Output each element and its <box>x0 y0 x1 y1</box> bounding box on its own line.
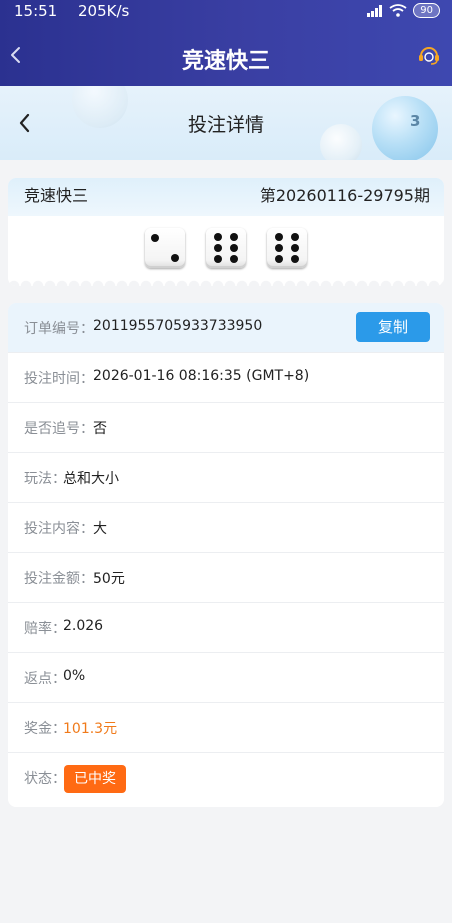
status-time: 15:51 <box>14 2 58 20</box>
detail-row-bet-time: 投注时间： 2026-01-16 08:16:35 (GMT+8) <box>8 353 444 403</box>
app-header: 竞速快三 <box>0 30 452 84</box>
die-pip <box>291 255 299 263</box>
detail-header: 3 投注详情 <box>0 86 452 160</box>
status-bar: 15:51 205K/s 90 <box>0 0 452 24</box>
die-pip <box>291 233 299 241</box>
detail-label: 玩法： <box>24 471 66 487</box>
order-detail-card: 订单编号： 2011955705933733950 复制 投注时间： 2026-… <box>8 303 444 807</box>
order-number-label: 订单编号： <box>24 321 94 337</box>
detail-value: 否 <box>93 421 107 437</box>
detail-label: 返点： <box>24 671 66 687</box>
detail-value: 0% <box>63 668 86 684</box>
detail-row-play-type: 玩法： 总和大小 <box>8 453 444 503</box>
die-pip <box>214 244 222 252</box>
draw-result-card: 竞速快三 第20260116-29795期 <box>8 178 444 286</box>
detail-row-odds: 赔率： 2.026 <box>8 603 444 653</box>
detail-value: 总和大小 <box>63 471 119 487</box>
detail-label: 是否追号： <box>24 421 94 437</box>
detail-label: 赔率： <box>24 621 66 637</box>
dice-result <box>8 228 444 272</box>
detail-label: 状态： <box>24 771 66 787</box>
game-name: 竞速快三 <box>24 186 89 205</box>
status-net-speed: 205K/s <box>78 2 130 20</box>
draw-result-header: 竞速快三 第20260116-29795期 <box>8 178 444 216</box>
detail-label: 投注时间： <box>24 371 94 387</box>
detail-value: 2.026 <box>63 618 104 634</box>
app-title: 竞速快三 <box>181 49 270 74</box>
detail-label: 奖金： <box>24 721 66 737</box>
die-face <box>267 228 307 268</box>
battery-indicator: 90 <box>413 3 440 18</box>
signal-icon <box>367 4 383 17</box>
detail-value: 50元 <box>93 571 125 587</box>
status-badge: 已中奖 <box>64 765 126 793</box>
detail-value: 2026-01-16 08:16:35 (GMT+8) <box>93 368 310 384</box>
die-pip <box>214 255 222 263</box>
order-number-value: 2011955705933733950 <box>93 318 263 334</box>
detail-row-status: 状态： 已中奖 <box>8 753 444 803</box>
die-pip <box>275 233 283 241</box>
page-title: 投注详情 <box>187 114 264 136</box>
detail-row-prize: 奖金： 101.3元 <box>8 703 444 753</box>
die-face <box>206 228 246 268</box>
die-pip <box>171 254 179 262</box>
die-pip <box>275 244 283 252</box>
die-pip <box>275 255 283 263</box>
status-icons: 90 <box>367 3 440 18</box>
copy-button[interactable]: 复制 <box>356 312 430 342</box>
prize-value: 101.3元 <box>63 721 118 737</box>
wifi-icon <box>389 4 407 17</box>
draw-period: 第20260116-29795期 <box>259 186 430 205</box>
die-face <box>145 228 185 268</box>
detail-row-bet-content: 投注内容： 大 <box>8 503 444 553</box>
detail-label: 投注内容： <box>24 521 94 537</box>
detail-row-chase: 是否追号： 否 <box>8 403 444 453</box>
detail-row-rebate: 返点： 0% <box>8 653 444 703</box>
app-top-bar: 15:51 205K/s 90 竞速快三 <box>0 0 452 86</box>
customer-service-icon[interactable] <box>416 42 442 68</box>
order-number-row: 订单编号： 2011955705933733950 复制 <box>8 303 444 353</box>
die-pip <box>230 233 238 241</box>
die-pip <box>230 244 238 252</box>
detail-label: 投注金额： <box>24 571 94 587</box>
die-pip <box>230 255 238 263</box>
die-pip <box>151 234 159 242</box>
detail-row-bet-amount: 投注金额： 50元 <box>8 553 444 603</box>
scalloped-edge <box>8 276 444 286</box>
detail-value: 大 <box>93 521 107 537</box>
die-pip <box>291 244 299 252</box>
die-pip <box>214 233 222 241</box>
